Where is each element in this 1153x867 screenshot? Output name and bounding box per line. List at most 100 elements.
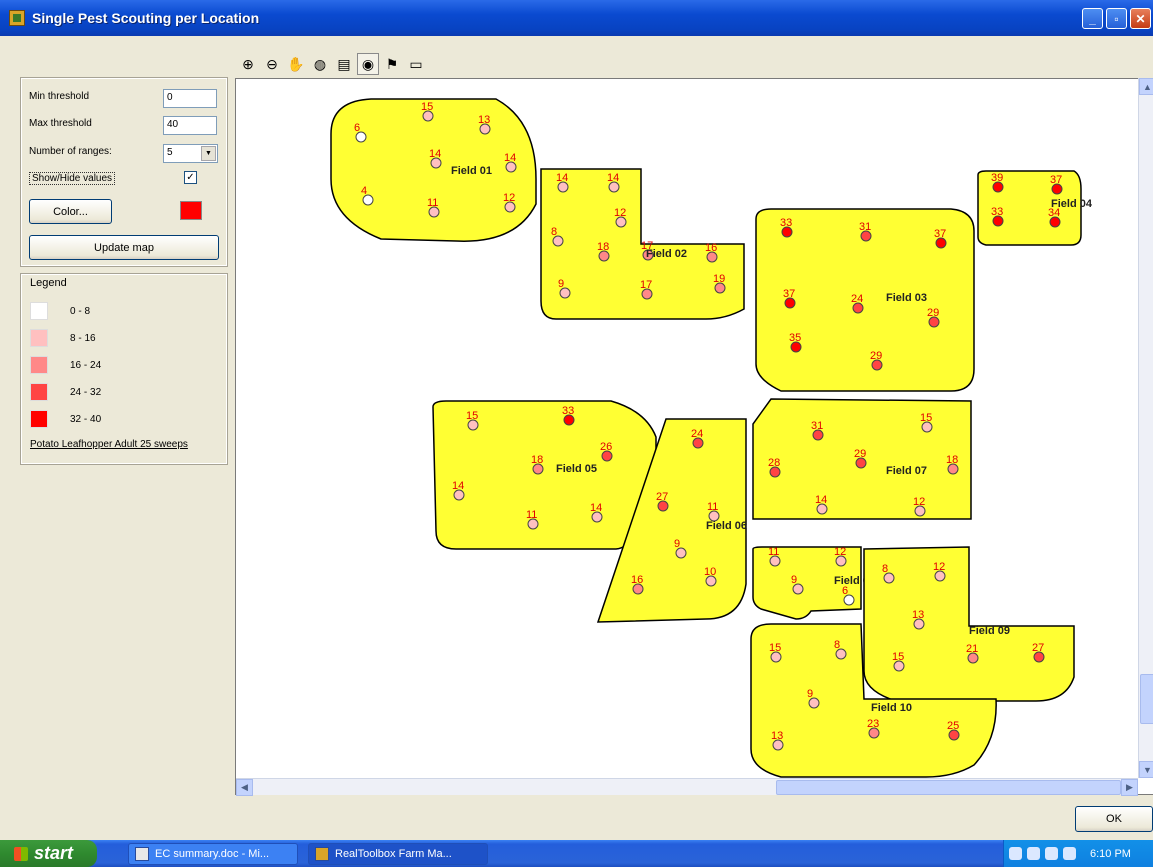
chevron-down-icon[interactable]: ▼	[201, 146, 216, 161]
point-value-label: 9	[674, 538, 680, 550]
point-value-label: 12	[503, 192, 515, 204]
point-value-label: 27	[1032, 642, 1044, 654]
legend-entry: 8 - 16	[30, 328, 96, 348]
point-value-label: 24	[691, 428, 703, 440]
legend-entry: 0 - 8	[30, 301, 90, 321]
close-button[interactable]: ✕	[1130, 8, 1151, 29]
taskbar-item-active[interactable]: RealToolbox Farm Ma...	[308, 843, 488, 865]
field-8[interactable]: 11 1296Field 08	[752, 546, 875, 620]
legend-swatch	[30, 410, 48, 428]
point-value-label: 10	[704, 566, 716, 578]
start-button[interactable]: start	[0, 840, 97, 867]
point-value-label: 8	[882, 563, 888, 575]
show-hide-checkbox[interactable]: ✓	[184, 171, 197, 184]
ruler-icon[interactable]: ▭	[405, 53, 427, 75]
field-map[interactable]: 6151314 14411 12Field 0114 1412818 17 169 17 19…	[236, 79, 1153, 795]
point-value-label: 15	[892, 651, 904, 663]
point-value-label: 29	[927, 307, 939, 319]
maximize-button[interactable]: ▫	[1106, 8, 1127, 29]
field-7[interactable]: 31 29 15 28 18 14 12 Field 07	[752, 398, 972, 520]
scroll-right-icon[interactable]: ▶	[1121, 779, 1138, 796]
legend-swatch	[30, 329, 48, 347]
legend-label: 24 - 32	[70, 386, 102, 398]
title-bar: Single Pest Scouting per Location _ ▫ ✕	[0, 0, 1153, 36]
point-value-label: 33	[991, 206, 1003, 218]
ok-button[interactable]: OK	[1075, 806, 1153, 832]
field-label: Field 10	[871, 702, 912, 714]
point-value-label: 15	[466, 410, 478, 422]
point-value-label: 15	[769, 642, 781, 654]
vertical-scrollbar[interactable]: ▲ ▼	[1138, 78, 1153, 778]
field-label: Field 06	[706, 520, 747, 532]
taskbar-item[interactable]: EC summary.doc - Mi...	[128, 843, 298, 865]
settings-panel: Min threshold 0 Max threshold 40 Number …	[20, 77, 228, 267]
map-toolbar: ⊕ ⊖ ✋ ◍ ▤ ◉ ⚑ ▭	[237, 52, 447, 76]
zoom-in-icon[interactable]: ⊕	[237, 53, 259, 75]
point-value-label: 14	[452, 480, 464, 492]
point-value-label: 14	[607, 172, 619, 184]
map-canvas[interactable]: 6 15 13 14 14 4 11 12 Field 01 14 14 12 8 18 17 16 9 17 19…	[235, 78, 1153, 795]
color-button[interactable]: Color...	[29, 199, 112, 224]
field-3[interactable]: 33 313737 24293529Field 03	[755, 208, 975, 392]
scroll-down-icon[interactable]: ▼	[1139, 761, 1153, 778]
field-4[interactable]: 39 3733 34Field 04	[977, 170, 1093, 246]
legend-entry: 32 - 40	[30, 409, 101, 429]
field-polygon[interactable]	[432, 400, 657, 550]
point-value-label: 27	[656, 491, 668, 503]
field-9[interactable]: 8 12 13 21 27 15 Field 09	[863, 546, 1075, 702]
minimize-button[interactable]: _	[1082, 8, 1103, 29]
network-icon[interactable]	[1009, 847, 1022, 860]
field-1[interactable]: 6 15 13 14 14 4 11 12 Field 01	[330, 98, 537, 242]
clock: 6:10 PM	[1090, 847, 1131, 860]
pan-hand-icon[interactable]: ✋	[285, 53, 307, 75]
update-map-button[interactable]: Update map	[29, 235, 219, 260]
scroll-thumb[interactable]	[776, 780, 1121, 795]
point-value-label: 11	[427, 197, 438, 209]
legend-label: 8 - 16	[70, 332, 96, 344]
volume-icon[interactable]	[1027, 847, 1040, 860]
point-value-label: 24	[851, 293, 863, 305]
point-value-label: 15	[920, 412, 932, 424]
field-2[interactable]: 14 1412818 17 169 17 19Field 02	[540, 168, 745, 320]
print-icon[interactable]: ▤	[333, 53, 355, 75]
taskbar-item-label: EC summary.doc - Mi...	[155, 848, 270, 860]
ranges-select[interactable]: 5 ▼	[163, 144, 218, 163]
flag-icon[interactable]: ⚑	[381, 53, 403, 75]
field-label: Field 04	[1051, 198, 1093, 210]
max-threshold-input[interactable]: 40	[163, 116, 217, 135]
point-value-label: 19	[713, 273, 725, 285]
point-value-label: 17	[640, 279, 652, 291]
field-label: Field 03	[886, 292, 927, 304]
antivirus-icon[interactable]	[1063, 847, 1076, 860]
point-value-label: 16	[631, 574, 643, 586]
legend-label: 0 - 8	[70, 305, 91, 317]
ranges-label: Number of ranges:	[29, 146, 112, 157]
point-value-label: 6	[354, 122, 360, 134]
security-icon[interactable]	[1045, 847, 1058, 860]
identify-icon[interactable]: ◉	[357, 53, 379, 75]
zoom-out-icon[interactable]: ⊖	[261, 53, 283, 75]
point-value-label: 13	[912, 609, 924, 621]
legend-panel: Legend 0 - 8 8 - 16 16 - 24 24 - 32 32 -…	[20, 273, 228, 465]
scroll-left-icon[interactable]: ◀	[236, 779, 253, 796]
globe-icon[interactable]: ◍	[309, 53, 331, 75]
app-icon	[9, 10, 25, 26]
min-threshold-input[interactable]: 0	[163, 89, 217, 108]
point-value-label: 23	[867, 718, 879, 730]
show-hide-label[interactable]: Show/Hide values	[29, 172, 116, 185]
field-5[interactable]: 15 33 26 18 14 11 14 Field 05	[432, 400, 657, 550]
point-value-label: 18	[946, 454, 958, 466]
system-tray: 6:10 PM	[1003, 840, 1153, 867]
point-value-label: 8	[834, 639, 840, 651]
horizontal-scrollbar[interactable]: ◀ ▶	[236, 778, 1138, 796]
field-polygon[interactable]	[330, 98, 537, 242]
point-value-label: 14	[815, 494, 827, 506]
ranges-value: 5	[167, 147, 173, 158]
field-polygon[interactable]	[863, 546, 1075, 702]
legend-title: Legend	[30, 277, 67, 289]
point-value-label: 39	[991, 172, 1003, 184]
color-swatch	[180, 201, 202, 220]
legend-swatch	[30, 302, 48, 320]
scroll-thumb[interactable]	[1140, 674, 1153, 724]
scroll-up-icon[interactable]: ▲	[1139, 78, 1153, 95]
